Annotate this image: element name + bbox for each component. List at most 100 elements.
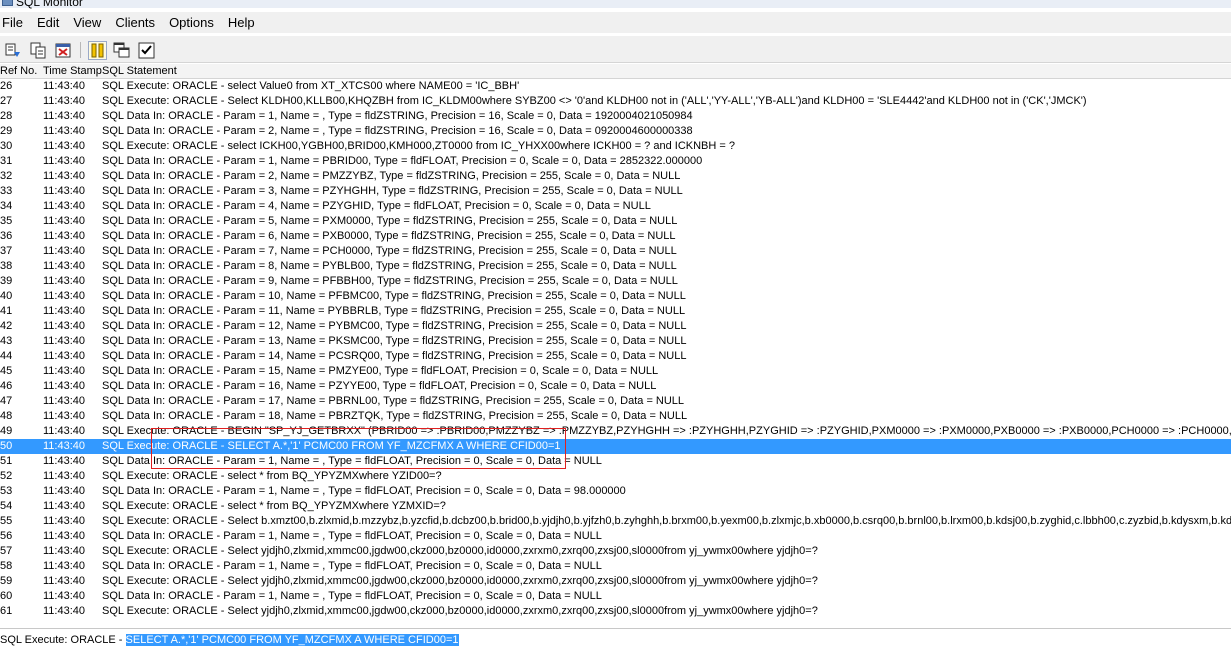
row-sql-statement: SQL Data In: ORACLE - Param = 1, Name = … <box>102 560 602 572</box>
checklist-icon <box>138 42 155 59</box>
table-row[interactable]: 37 11:43:40 SQL Data In: ORACLE - Param = … <box>0 244 1231 259</box>
column-time-stamp[interactable]: Time Stamp <box>43 65 102 77</box>
row-sql-statement: SQL Data In: ORACLE - Param = 13, Name =… <box>102 335 687 347</box>
table-row[interactable]: 51 11:43:40 SQL Data In: ORACLE - Param = … <box>0 454 1231 469</box>
table-row[interactable]: 30 11:43:40 SQL Execute: ORACLE - select I… <box>0 139 1231 154</box>
table-row[interactable]: 50 11:43:40 SQL Execute: ORACLE - SELECT A… <box>0 439 1231 454</box>
table-row[interactable]: 28 11:43:40 SQL Data In: ORACLE - Param = … <box>0 109 1231 124</box>
menu-view[interactable]: View <box>73 15 101 30</box>
windows-button[interactable] <box>112 41 131 60</box>
row-sql-statement: SQL Data In: ORACLE - Param = 9, Name = … <box>102 275 678 287</box>
menu-help[interactable]: Help <box>228 15 255 30</box>
row-time-stamp: 11:43:40 <box>43 365 86 377</box>
table-row[interactable]: 58 11:43:40 SQL Data In: ORACLE - Param = … <box>0 559 1231 574</box>
column-ref-no[interactable]: Ref No. <box>0 65 37 77</box>
menu-options[interactable]: Options <box>169 15 214 30</box>
table-row[interactable]: 40 11:43:40 SQL Data In: ORACLE - Param = … <box>0 289 1231 304</box>
table-row[interactable]: 54 11:43:40 SQL Execute: ORACLE - select *… <box>0 499 1231 514</box>
save-log-button[interactable] <box>4 41 23 60</box>
row-time-stamp: 11:43:40 <box>43 425 86 437</box>
table-row[interactable]: 42 11:43:40 SQL Data In: ORACLE - Param = … <box>0 319 1231 334</box>
row-ref-no: 54 <box>0 500 13 512</box>
row-ref-no: 49 <box>0 425 13 437</box>
row-ref-no: 32 <box>0 170 13 182</box>
row-ref-no: 33 <box>0 185 13 197</box>
table-row[interactable]: 60 11:43:40 SQL Data In: ORACLE - Param = … <box>0 589 1231 604</box>
row-time-stamp: 11:43:40 <box>43 320 86 332</box>
row-sql-statement: SQL Data In: ORACLE - Param = 15, Name =… <box>102 365 659 377</box>
menu-clients[interactable]: Clients <box>115 15 155 30</box>
row-ref-no: 44 <box>0 350 13 362</box>
table-row[interactable]: 39 11:43:40 SQL Data In: ORACLE - Param = … <box>0 274 1231 289</box>
table-row[interactable]: 41 11:43:40 SQL Data In: ORACLE - Param = … <box>0 304 1231 319</box>
column-sql-statement[interactable]: SQL Statement <box>102 65 177 77</box>
row-sql-statement: SQL Data In: ORACLE - Param = 1, Name = … <box>102 455 602 467</box>
table-row[interactable]: 29 11:43:40 SQL Data In: ORACLE - Param = … <box>0 124 1231 139</box>
row-time-stamp: 11:43:40 <box>43 290 86 302</box>
detail-prefix: SQL Execute: ORACLE - <box>0 634 126 646</box>
table-row[interactable]: 59 11:43:40 SQL Execute: ORACLE - Select y… <box>0 574 1231 589</box>
checklist-button[interactable] <box>137 41 156 60</box>
row-time-stamp: 11:43:40 <box>43 350 86 362</box>
table-row[interactable]: 33 11:43:40 SQL Data In: ORACLE - Param = … <box>0 184 1231 199</box>
app-icon <box>2 0 13 6</box>
row-ref-no: 51 <box>0 455 13 467</box>
row-ref-no: 53 <box>0 485 13 497</box>
row-sql-statement: SQL Data In: ORACLE - Param = 7, Name = … <box>102 245 677 257</box>
row-time-stamp: 11:43:40 <box>43 575 86 587</box>
pause-icon <box>91 43 104 58</box>
row-time-stamp: 11:43:40 <box>43 230 86 242</box>
table-row[interactable]: 32 11:43:40 SQL Data In: ORACLE - Param = … <box>0 169 1231 184</box>
window-title: SQL Monitor <box>16 0 83 9</box>
row-time-stamp: 11:43:40 <box>43 110 86 122</box>
row-sql-statement: SQL Data In: ORACLE - Param = 1, Name = … <box>102 590 602 602</box>
table-row[interactable]: 31 11:43:40 SQL Data In: ORACLE - Param = … <box>0 154 1231 169</box>
table-row[interactable]: 57 11:43:40 SQL Execute: ORACLE - Select y… <box>0 544 1231 559</box>
row-ref-no: 28 <box>0 110 13 122</box>
detail-selected-text[interactable]: SELECT A.*,'1' PCMC00 FROM YF_MZCFMX A W… <box>125 634 459 646</box>
toolbar-separator <box>80 42 81 58</box>
menu-file[interactable]: File <box>2 15 23 30</box>
table-row[interactable]: 56 11:43:40 SQL Data In: ORACLE - Param = … <box>0 529 1231 544</box>
row-sql-statement: SQL Data In: ORACLE - Param = 3, Name = … <box>102 185 683 197</box>
table-row[interactable]: 45 11:43:40 SQL Data In: ORACLE - Param = … <box>0 364 1231 379</box>
table-row[interactable]: 34 11:43:40 SQL Data In: ORACLE - Param = … <box>0 199 1231 214</box>
row-time-stamp: 11:43:40 <box>43 185 86 197</box>
row-ref-no: 50 <box>0 440 13 452</box>
table-row[interactable]: 35 11:43:40 SQL Data In: ORACLE - Param = … <box>0 214 1231 229</box>
table-row[interactable]: 43 11:43:40 SQL Data In: ORACLE - Param = … <box>0 334 1231 349</box>
table-row[interactable]: 47 11:43:40 SQL Data In: ORACLE - Param = … <box>0 394 1231 409</box>
row-ref-no: 35 <box>0 215 13 227</box>
row-sql-statement: SQL Data In: ORACLE - Param = 17, Name =… <box>102 395 685 407</box>
row-time-stamp: 11:43:40 <box>43 515 86 527</box>
table-row[interactable]: 36 11:43:40 SQL Data In: ORACLE - Param = … <box>0 229 1231 244</box>
table-row[interactable]: 61 11:43:40 SQL Execute: ORACLE - Select y… <box>0 604 1231 619</box>
row-sql-statement: SQL Data In: ORACLE - Param = 6, Name = … <box>102 230 676 242</box>
windows-icon <box>113 42 130 58</box>
table-row[interactable]: 55 11:43:40 SQL Execute: ORACLE - Select b… <box>0 514 1231 529</box>
row-ref-no: 43 <box>0 335 13 347</box>
table-row[interactable]: 38 11:43:40 SQL Data In: ORACLE - Param = … <box>0 259 1231 274</box>
row-ref-no: 30 <box>0 140 13 152</box>
log-list[interactable]: 26 11:43:40 SQL Execute: ORACLE - select V… <box>0 79 1231 626</box>
table-row[interactable]: 27 11:43:40 SQL Execute: ORACLE - Select K… <box>0 94 1231 109</box>
table-row[interactable]: 53 11:43:40 SQL Data In: ORACLE - Param = … <box>0 484 1231 499</box>
row-ref-no: 59 <box>0 575 13 587</box>
row-time-stamp: 11:43:40 <box>43 245 86 257</box>
row-time-stamp: 11:43:40 <box>43 125 86 137</box>
row-ref-no: 47 <box>0 395 13 407</box>
table-row[interactable]: 44 11:43:40 SQL Data In: ORACLE - Param = … <box>0 349 1231 364</box>
pause-button[interactable] <box>88 41 107 60</box>
copy-button[interactable] <box>29 41 48 60</box>
row-sql-statement: SQL Data In: ORACLE - Param = 1, Name = … <box>102 110 693 122</box>
row-time-stamp: 11:43:40 <box>43 500 86 512</box>
menu-edit[interactable]: Edit <box>37 15 59 30</box>
row-sql-statement: SQL Data In: ORACLE - Param = 18, Name =… <box>102 410 688 422</box>
table-row[interactable]: 49 11:43:40 SQL Execute: ORACLE - BEGIN "S… <box>0 424 1231 439</box>
clear-button[interactable] <box>54 41 73 60</box>
table-row[interactable]: 48 11:43:40 SQL Data In: ORACLE - Param = … <box>0 409 1231 424</box>
row-sql-statement: SQL Data In: ORACLE - Param = 2, Name = … <box>102 125 693 137</box>
table-row[interactable]: 46 11:43:40 SQL Data In: ORACLE - Param = … <box>0 379 1231 394</box>
table-row[interactable]: 26 11:43:40 SQL Execute: ORACLE - select V… <box>0 79 1231 94</box>
table-row[interactable]: 52 11:43:40 SQL Execute: ORACLE - select *… <box>0 469 1231 484</box>
